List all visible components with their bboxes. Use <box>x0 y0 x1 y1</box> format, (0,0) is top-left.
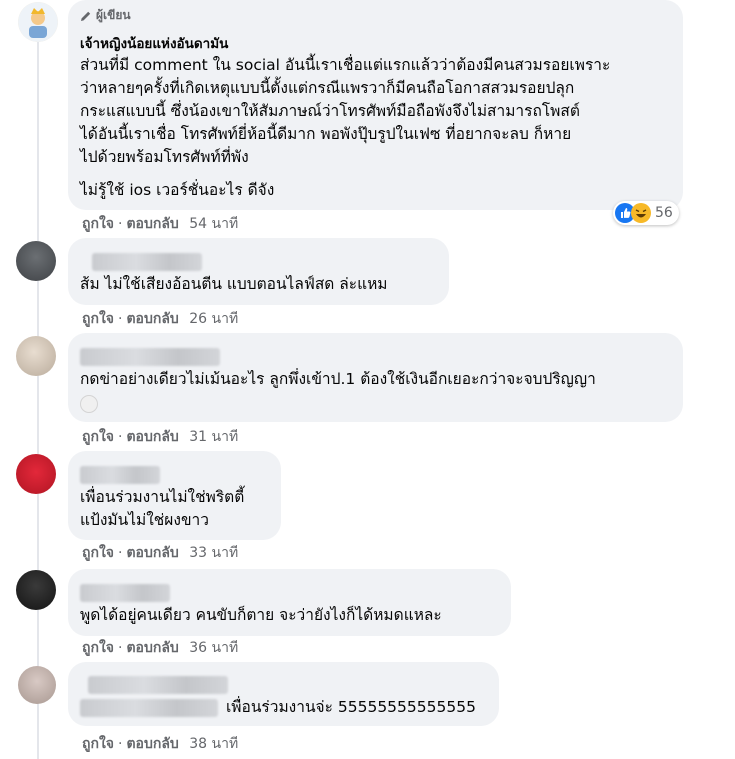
blurred-mention[interactable] <box>80 698 218 717</box>
comment-bubble: เพื่อนร่วมงานจ่ะ 55555555555555 <box>68 662 499 726</box>
separator: · <box>118 640 123 656</box>
separator: · <box>118 429 123 445</box>
comment-bubble: เพื่อนร่วมงานไม่ใช่พริตตี้ แป้งมันไม่ใช่… <box>68 451 281 540</box>
like-link[interactable]: ถูกใจ <box>82 311 114 327</box>
comment-text-line <box>80 169 671 179</box>
comment-actions: ถูกใจ · ตอบกลับ 38 นาที <box>82 733 238 755</box>
avatar[interactable] <box>18 666 56 704</box>
reply-link[interactable]: ตอบกลับ <box>126 545 178 561</box>
comment-text-line: ไปด้วยพร้อมโทรศัพท์ที่พัง <box>80 147 249 166</box>
author-badge: ผู้เขียน <box>80 6 131 25</box>
haha-reaction-icon <box>631 203 651 223</box>
like-link[interactable]: ถูกใจ <box>82 545 114 561</box>
reply-link[interactable]: ตอบกลับ <box>126 311 178 327</box>
blurred-author-name[interactable] <box>80 348 220 366</box>
avatar[interactable] <box>16 336 56 376</box>
timestamp[interactable]: 36 นาที <box>189 640 238 656</box>
avatar[interactable] <box>16 454 56 494</box>
timestamp[interactable]: 26 นาที <box>189 311 238 327</box>
comment-actions: ถูกใจ · ตอบกลับ 26 นาที <box>82 308 238 330</box>
comment-actions: ถูกใจ · ตอบกลับ 33 นาที <box>82 542 238 564</box>
timestamp[interactable]: 33 นาที <box>189 545 238 561</box>
blurred-author-name[interactable] <box>80 466 160 484</box>
separator: · <box>118 736 123 752</box>
comment-actions: ถูกใจ · ตอบกลับ 31 นาที <box>82 426 238 448</box>
comment-text-row: เพื่อนร่วมงานจ่ะ 55555555555555 <box>80 696 487 719</box>
comment-text: พูดได้อยู่คนเดียว คนขับก็ตาย จะว่ายังไงก… <box>80 606 442 624</box>
like-link[interactable]: ถูกใจ <box>82 640 114 656</box>
like-link[interactable]: ถูกใจ <box>82 736 114 752</box>
blurred-author-name[interactable] <box>88 676 228 694</box>
comment-bubble: พูดได้อยู่คนเดียว คนขับก็ตาย จะว่ายังไงก… <box>68 569 511 636</box>
comment-text-line: เพื่อนร่วมงานไม่ใช่พริตตี้ <box>80 488 245 506</box>
timestamp[interactable]: 31 นาที <box>189 429 238 445</box>
comment-text: เพื่อนร่วมงานจ่ะ 55555555555555 <box>226 698 476 716</box>
author-name[interactable]: เจ้าหญิงน้อยแห่งอันดามัน <box>80 32 671 54</box>
comment-text-line: ว่าหลายๆครั้งที่เกิดเหตุแบบนี้ตั้งแต่กรณ… <box>80 78 575 97</box>
separator: · <box>118 216 123 232</box>
thread-line <box>37 40 39 759</box>
comment-actions: ถูกใจ · ตอบกลับ 54 นาที <box>82 213 238 235</box>
reply-link[interactable]: ตอบกลับ <box>126 640 178 656</box>
comment-bubble: ส้ม ไม่ใช้เสียงอ้อนตีน แบบตอนไลฟ์สด ล่ะแ… <box>68 238 449 305</box>
comment-text-line: แป้งมันไม่ใช่ผงขาว <box>80 511 209 529</box>
reactions-badge[interactable]: 56 <box>613 201 679 225</box>
comment-text: กดข่าอย่างเดียวไม่เม้นอะไร ลูกพึ่งเข้าป.… <box>80 370 596 388</box>
reply-link[interactable]: ตอบกลับ <box>126 736 178 752</box>
reply-link[interactable]: ตอบกลับ <box>126 216 178 232</box>
emoji-icon <box>80 395 98 413</box>
comment-text-line: ไม่รู้ใช้ ios เวอร์ชั่นอะไร ดีจัง <box>80 180 275 199</box>
comment-actions: ถูกใจ · ตอบกลับ 36 นาที <box>82 637 238 659</box>
separator: · <box>118 545 123 561</box>
reaction-count: 56 <box>655 205 673 221</box>
timestamp[interactable]: 38 นาที <box>189 736 238 752</box>
comment-bubble: ผู้เขียน เจ้าหญิงน้อยแห่งอันดามัน ส่วนที… <box>68 0 683 210</box>
timestamp[interactable]: 54 นาที <box>189 216 238 232</box>
like-link[interactable]: ถูกใจ <box>82 429 114 445</box>
comment-text-line: กระแสแบบนี้ ซึ่งน้องเขาให้สัมภาษณ์ว่าโทร… <box>80 101 580 120</box>
blurred-author-name[interactable] <box>92 253 202 271</box>
avatar[interactable] <box>18 2 58 42</box>
comment-text: ส้ม ไม่ใช้เสียงอ้อนตีน แบบตอนไลฟ์สด ล่ะแ… <box>80 275 388 293</box>
comment-bubble: กดข่าอย่างเดียวไม่เม้นอะไร ลูกพึ่งเข้าป.… <box>68 333 683 422</box>
blurred-author-name[interactable] <box>80 584 170 602</box>
reply-link[interactable]: ตอบกลับ <box>126 429 178 445</box>
comment-text-line: ส่วนที่มี comment ใน social อันนี้เราเชื… <box>80 55 611 74</box>
comment-text-line: ได้อันนี้เราเชื่อ โทรศัพท์ยี่ห้อนี้ดีมาก… <box>80 124 572 143</box>
separator: · <box>118 311 123 327</box>
pencil-icon <box>81 11 91 21</box>
like-link[interactable]: ถูกใจ <box>82 216 114 232</box>
avatar[interactable] <box>16 241 56 281</box>
avatar[interactable] <box>16 570 56 610</box>
